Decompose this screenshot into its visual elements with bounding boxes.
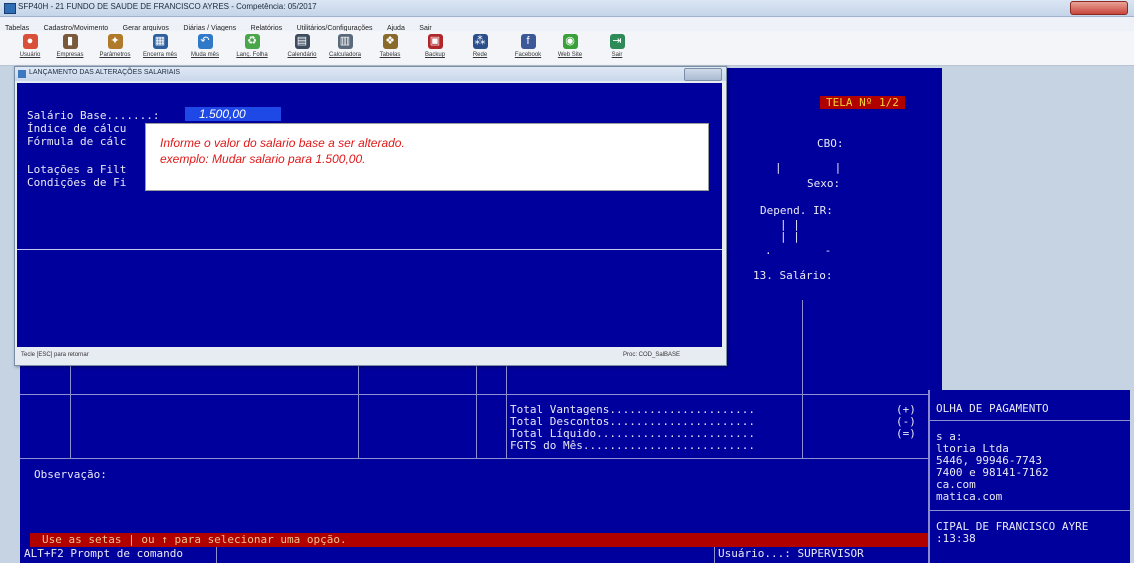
indice-calculo-label: Índice de cálcu — [27, 122, 127, 135]
menu-bar: Tabelas Cadastro/Movimento Gerar arquivo… — [0, 17, 1134, 32]
toolbar-rede-button[interactable]: ⁂ Rede — [460, 34, 500, 64]
toolbar-backup-button[interactable]: ▣ Backup — [415, 34, 455, 64]
close-month-icon: ▦ — [152, 34, 168, 49]
tooltip-line-2: exemplo: Mudar salario para 1.500,00. — [160, 152, 366, 166]
field-marker: . - — [765, 244, 832, 257]
panel-title: OLHA DE PAGAMENTO — [936, 402, 1049, 415]
tables-icon: ❖ — [382, 34, 398, 49]
exit-icon: ⇥ — [609, 34, 625, 49]
condicoes-label: Condições de Fi — [27, 176, 127, 189]
help-tooltip: Informe o valor do salario base a ser al… — [145, 123, 709, 191]
fgts-mes: FGTS do Mês.......................... — [510, 439, 756, 452]
status-bar: Use as setas | ou ↑ para selecionar uma … — [30, 533, 928, 547]
toolbar-tabelas-button[interactable]: ❖ Tabelas — [370, 34, 410, 64]
toolbar-encerra-mes-button[interactable]: ▦ Encerra mês — [140, 34, 180, 64]
divider — [216, 546, 217, 563]
tooltip-line-1: Informe o valor do salario base a ser al… — [160, 136, 405, 150]
dialog-close-button[interactable] — [684, 68, 722, 81]
formula-calculo-label: Fórmula de cálc — [27, 135, 127, 148]
cbo-label: CBO: — [817, 137, 844, 150]
toolbar-calendario-button[interactable]: ▤ Calendário — [282, 34, 322, 64]
panel-line: matica.com — [936, 490, 1003, 503]
dialog-status-left: Tecle [ESC] para retornar — [21, 352, 89, 358]
divider — [506, 364, 507, 458]
toolbar-parametros-button[interactable]: ✦ Parâmetros — [95, 34, 135, 64]
save-icon: ▣ — [427, 34, 443, 49]
divider — [930, 510, 1130, 511]
salario-base-label: Salário Base.......: — [27, 109, 160, 122]
parameters-icon: ✦ — [107, 34, 123, 49]
recycle-icon: ♻ — [244, 34, 260, 49]
divider — [70, 364, 71, 458]
users-icon: ● — [22, 34, 38, 49]
decimo-label: 13. Salário: — [753, 269, 833, 282]
tela-indicator: TELA Nº 1/2 — [820, 96, 905, 109]
panel-time: :13:38 — [936, 532, 976, 545]
calculator-icon: ▥ — [337, 34, 353, 49]
salario-base-input[interactable]: 1.500,00 — [185, 107, 281, 121]
dialog-status-right: Proc: COD_SalBASE — [623, 352, 681, 358]
sign-eq: (=) — [896, 427, 916, 440]
divider — [17, 249, 722, 250]
field-marker: | | — [780, 230, 800, 243]
dialog-icon — [18, 70, 26, 78]
network-icon: ⁂ — [472, 34, 488, 49]
field-marker: | | — [775, 161, 842, 174]
status-bar-text: Use as setas | ou ↑ para selecionar uma … — [42, 533, 347, 546]
facebook-icon: f — [520, 34, 536, 49]
app-icon — [4, 3, 16, 14]
alt-f2-hint: ALT+F2 Prompt de comando — [24, 547, 183, 560]
web-icon: ◉ — [562, 34, 578, 49]
sexo-label: Sexo: — [807, 177, 841, 190]
toolbar-calculadora-button[interactable]: ▥ Calculadora — [325, 34, 365, 64]
dialog-body: Salário Base.......: 1.500,00 Índice de … — [17, 83, 722, 347]
dialog-title: LANÇAMENTO DAS ALTERAÇÕES SALARIAIS — [29, 69, 181, 76]
window-title: SFP40H - 21 FUNDO DE SAUDE DE FRANCISCO … — [18, 2, 317, 11]
dialog-title-bar: LANÇAMENTO DAS ALTERAÇÕES SALARIAIS — [15, 67, 726, 81]
divider — [714, 546, 715, 563]
window-title-bar: SFP40H - 21 FUNDO DE SAUDE DE FRANCISCO … — [0, 0, 1134, 17]
toolbar-muda-mes-button[interactable]: ↶ Muda mês — [185, 34, 225, 64]
salario-base-value: 1.500,00 — [199, 107, 246, 121]
divider — [802, 300, 803, 458]
toolbar-empresas-button[interactable]: ▮ Empresas — [50, 34, 90, 64]
divider — [20, 394, 942, 395]
toolbar-sair-button[interactable]: ⇥ Sair — [597, 34, 637, 64]
company-info-panel: OLHA DE PAGAMENTO s a: ltoria Ltda 5446,… — [928, 390, 1130, 563]
divider — [476, 364, 477, 458]
salary-change-dialog: LANÇAMENTO DAS ALTERAÇÕES SALARIAIS Salá… — [14, 66, 727, 366]
toolbar-usuario-button[interactable]: ● Usuário — [10, 34, 50, 64]
divider — [20, 458, 942, 459]
lotacoes-label: Lotações a Filt — [27, 163, 127, 176]
toolbar-website-button[interactable]: ◉ Web Site — [550, 34, 590, 64]
building-icon: ▮ — [62, 34, 78, 49]
depend-ir-label: Depend. IR: — [760, 204, 833, 217]
dialog-status-bar: Tecle [ESC] para retornar Proc: COD_SalB… — [17, 349, 722, 363]
undo-icon: ↶ — [197, 34, 213, 49]
toolbar-lanc-folha-button[interactable]: ♻ Lanç. Folha — [232, 34, 272, 64]
divider — [930, 420, 1130, 421]
calendar-icon: ▤ — [294, 34, 310, 49]
divider — [358, 364, 359, 458]
close-window-button[interactable] — [1070, 1, 1128, 15]
observacao-label: Observação: — [34, 468, 107, 481]
toolbar: ● Usuário ▮ Empresas ✦ Parâmetros ▦ Encerra … — [0, 31, 1134, 66]
toolbar-facebook-button[interactable]: f Facebook — [508, 34, 548, 64]
usuario-label: Usuário...: SUPERVISOR — [718, 547, 864, 560]
